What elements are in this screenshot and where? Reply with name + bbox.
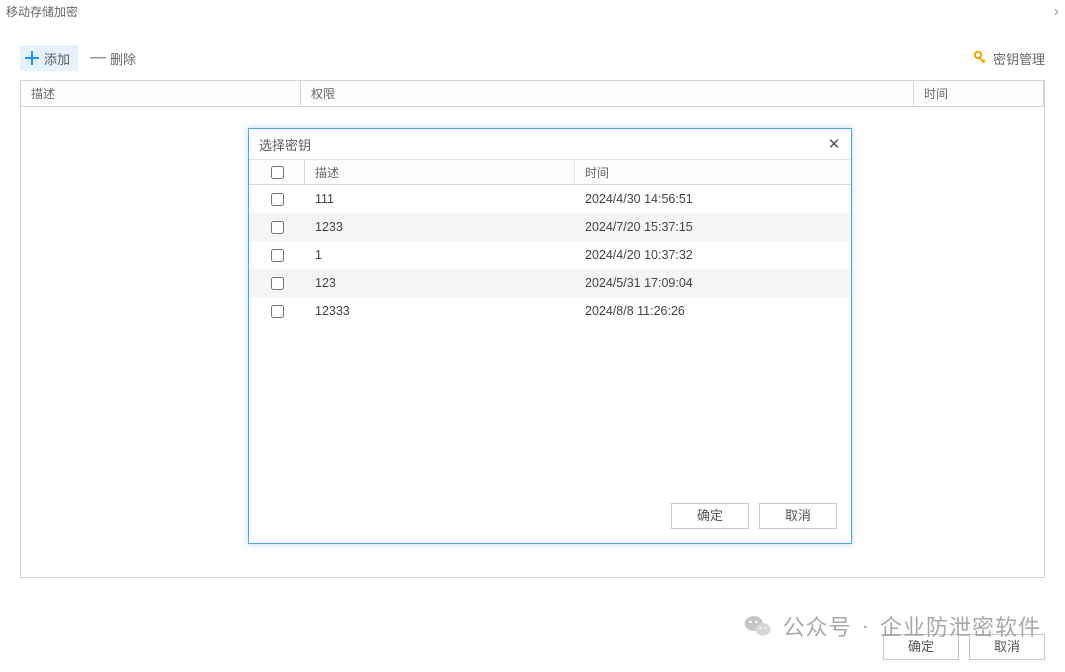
- row-time: 2024/7/20 15:37:15: [575, 213, 851, 241]
- row-checkbox-cell: [249, 241, 305, 269]
- row-time: 2024/4/20 10:37:32: [575, 241, 851, 269]
- main-ok-button[interactable]: 确定: [883, 634, 959, 660]
- dialog-title: 选择密钥: [259, 135, 311, 154]
- dialog-footer: 确定 取消: [249, 493, 851, 543]
- wechat-icon: [743, 611, 773, 641]
- main-table-header: 描述 权限 时间: [21, 81, 1044, 107]
- row-checkbox[interactable]: [271, 221, 284, 234]
- col-header-permission[interactable]: 权限: [301, 81, 914, 106]
- chevron-right-icon: ›: [1054, 0, 1059, 24]
- row-description: 111: [305, 185, 575, 213]
- remove-button[interactable]: — 删除: [86, 45, 144, 71]
- dialog-titlebar: 选择密钥 ✕: [249, 129, 851, 159]
- dialog-table-header: 描述 时间: [249, 159, 851, 185]
- dialog-ok-button[interactable]: 确定: [671, 503, 749, 529]
- row-time: 2024/4/30 14:56:51: [575, 185, 851, 213]
- dialog-body: 1112024/4/30 14:56:5112332024/7/20 15:37…: [249, 185, 851, 493]
- select-all-checkbox[interactable]: [271, 166, 284, 179]
- main-cancel-button[interactable]: 取消: [969, 634, 1045, 660]
- row-checkbox-cell: [249, 297, 305, 325]
- row-checkbox-cell: [249, 269, 305, 297]
- dialog-col-header-description[interactable]: 描述: [305, 160, 575, 184]
- key-icon: [973, 50, 989, 66]
- plus-icon: [24, 50, 40, 66]
- close-icon[interactable]: ✕: [823, 133, 845, 155]
- toolbar: 添加 — 删除 密钥管理: [0, 38, 1065, 78]
- row-checkbox[interactable]: [271, 249, 284, 262]
- remove-label: 删除: [110, 49, 136, 68]
- col-header-time[interactable]: 时间: [914, 81, 1044, 106]
- row-description: 1: [305, 241, 575, 269]
- key-management-label: 密钥管理: [993, 49, 1045, 68]
- row-checkbox-cell: [249, 185, 305, 213]
- table-row[interactable]: 123332024/8/8 11:26:26: [249, 297, 851, 325]
- select-key-dialog: 选择密钥 ✕ 描述 时间 1112024/4/30 14:56:51123320…: [248, 128, 852, 544]
- table-row[interactable]: 1112024/4/30 14:56:51: [249, 185, 851, 213]
- watermark-prefix: 公众号: [783, 610, 852, 642]
- table-row[interactable]: 12332024/7/20 15:37:15: [249, 213, 851, 241]
- add-button[interactable]: 添加: [20, 45, 78, 71]
- dialog-col-header-time[interactable]: 时间: [575, 160, 851, 184]
- minus-icon: —: [90, 49, 106, 67]
- row-checkbox[interactable]: [271, 193, 284, 206]
- window-title: 移动存储加密: [6, 0, 78, 24]
- row-description: 1233: [305, 213, 575, 241]
- row-checkbox-cell: [249, 213, 305, 241]
- row-description: 12333: [305, 297, 575, 325]
- dialog-col-header-checkbox: [249, 160, 305, 184]
- key-management-button[interactable]: 密钥管理: [973, 49, 1045, 68]
- col-header-description[interactable]: 描述: [21, 81, 301, 106]
- row-time: 2024/5/31 17:09:04: [575, 269, 851, 297]
- watermark-separator: ·: [862, 613, 870, 639]
- main-footer: 确定 取消: [873, 634, 1045, 660]
- row-checkbox[interactable]: [271, 305, 284, 318]
- add-label: 添加: [44, 49, 70, 68]
- dialog-cancel-button[interactable]: 取消: [759, 503, 837, 529]
- row-time: 2024/8/8 11:26:26: [575, 297, 851, 325]
- window-titlebar: 移动存储加密 ›: [0, 0, 1065, 24]
- row-checkbox[interactable]: [271, 277, 284, 290]
- table-row[interactable]: 12024/4/20 10:37:32: [249, 241, 851, 269]
- row-description: 123: [305, 269, 575, 297]
- table-row[interactable]: 1232024/5/31 17:09:04: [249, 269, 851, 297]
